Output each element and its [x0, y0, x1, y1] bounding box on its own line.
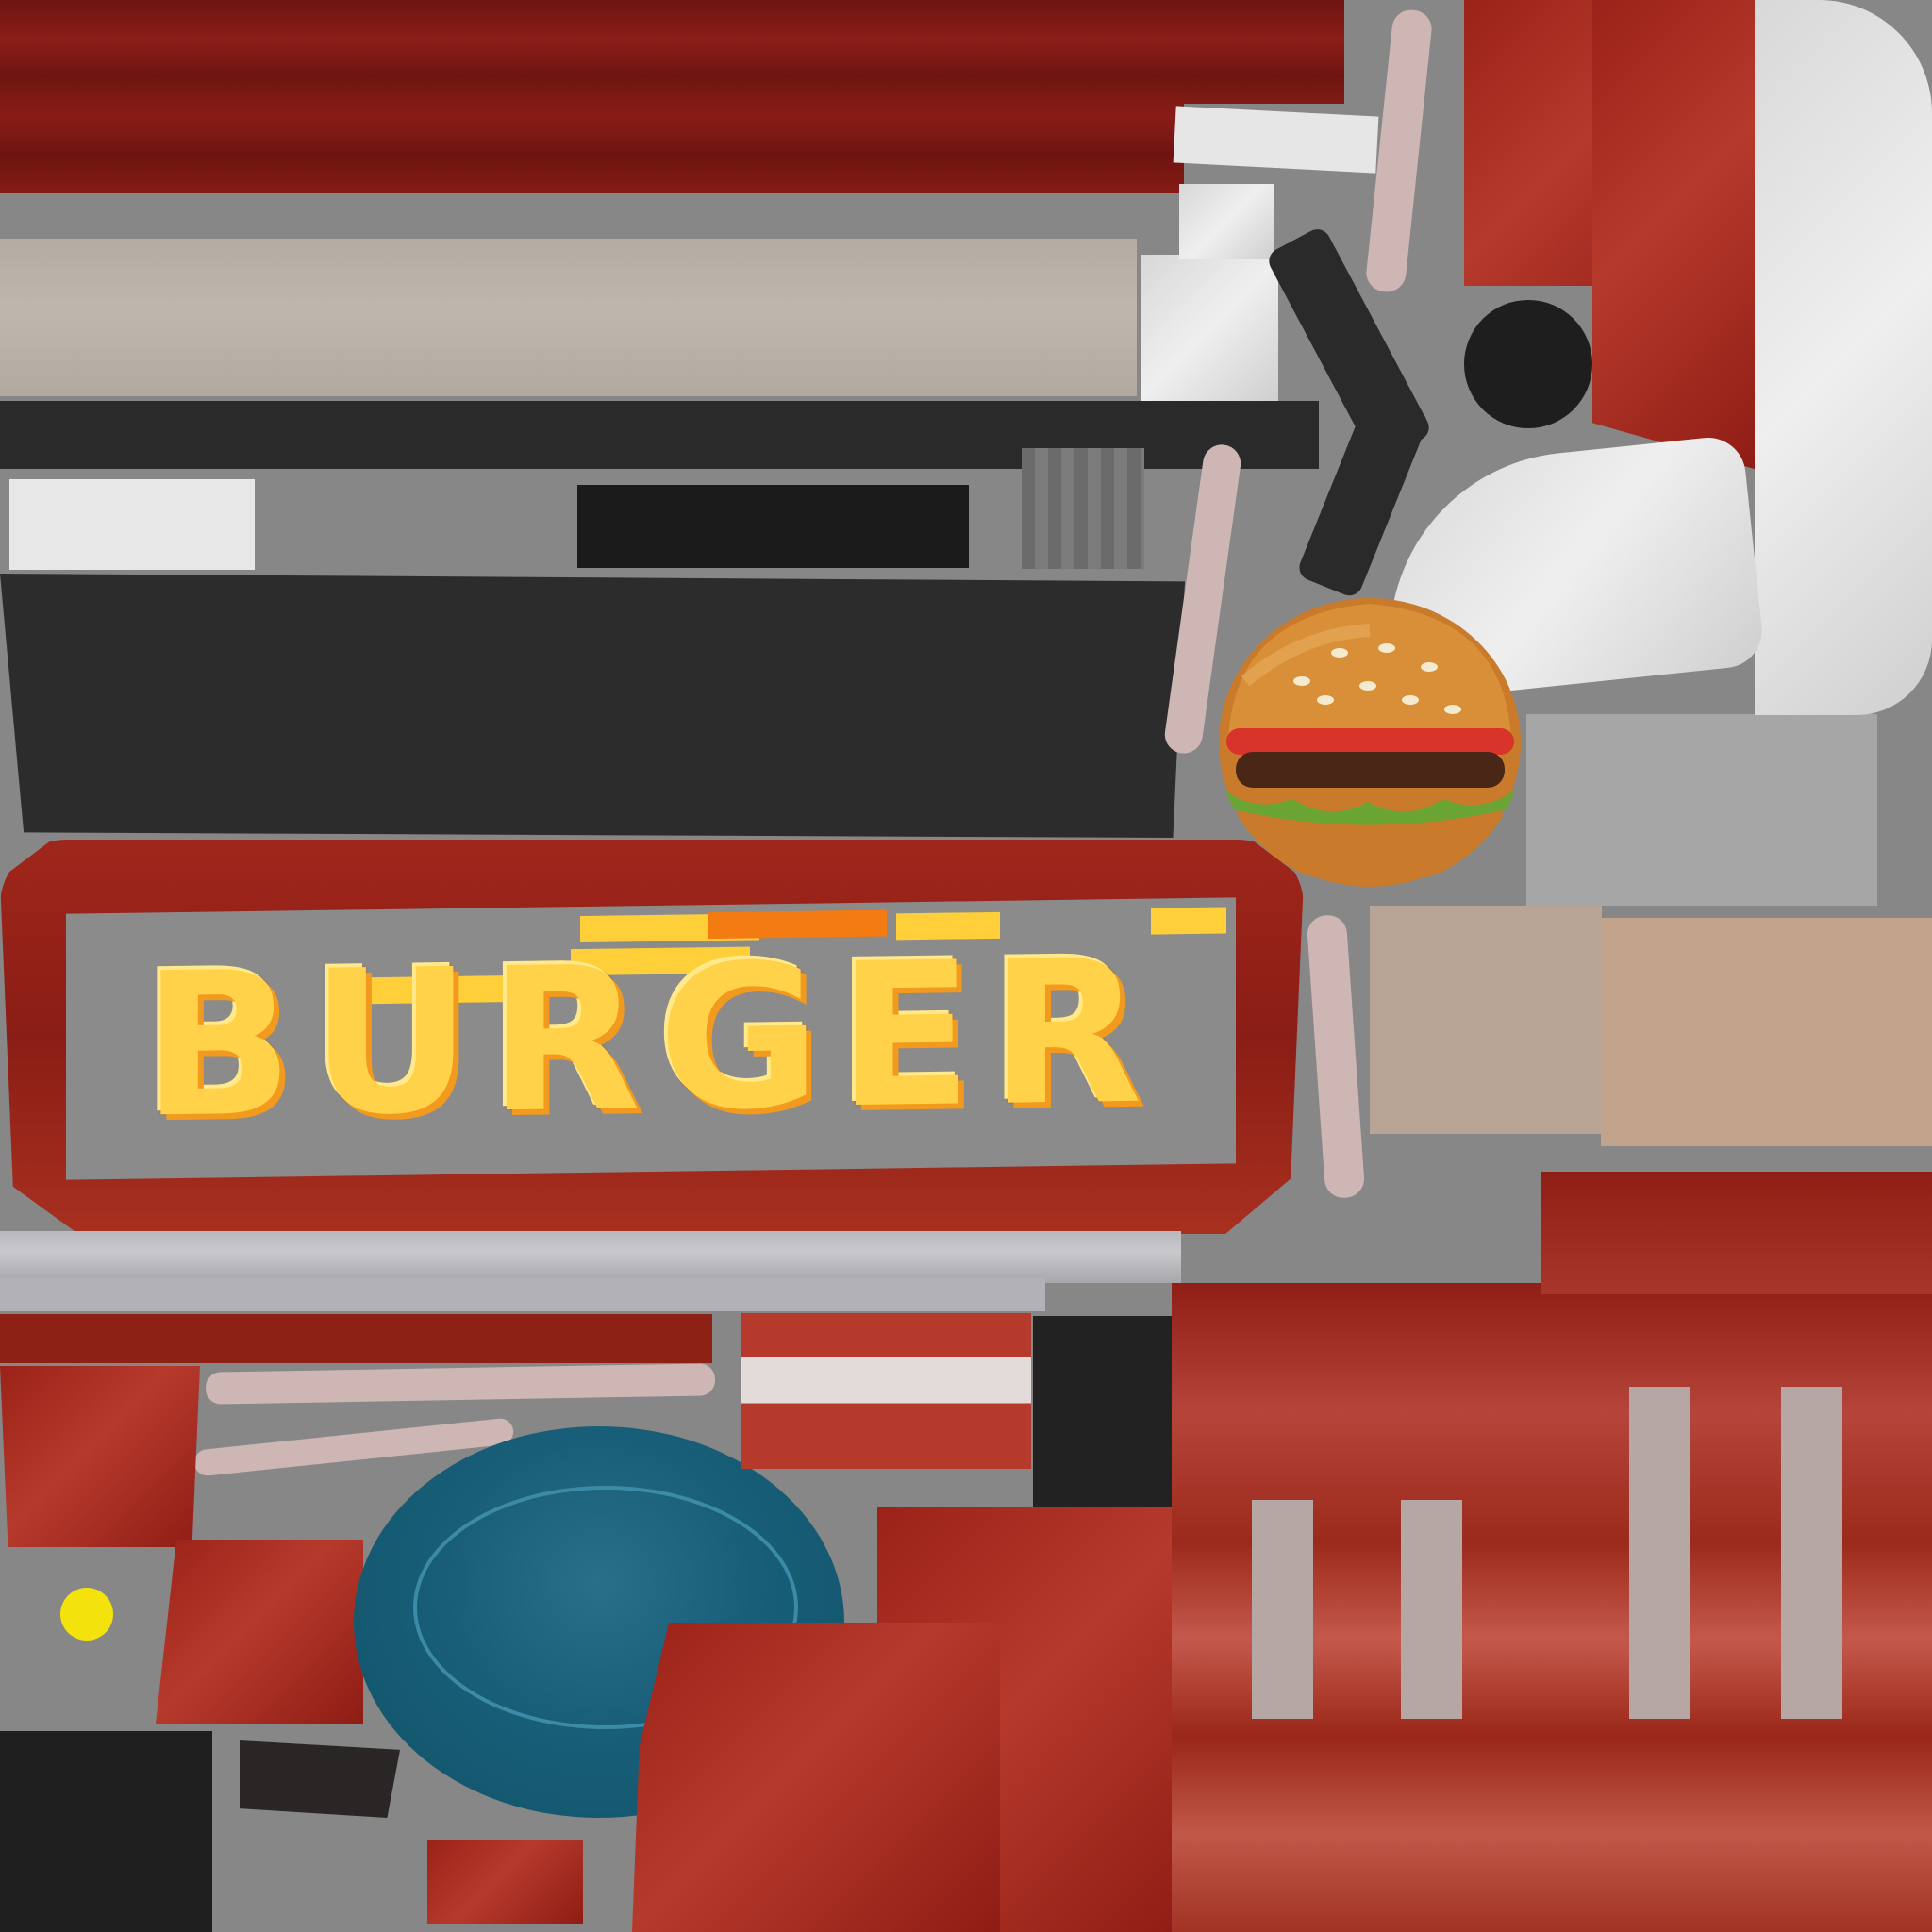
red-block: [156, 1540, 363, 1724]
texture-atlas: BURGER: [0, 0, 1932, 1932]
light-gray-block: [1526, 714, 1877, 906]
red-white-stripe-block: [741, 1313, 1031, 1469]
burger-icon: [1219, 598, 1521, 887]
red-striped-panel-upper: [1541, 1172, 1932, 1294]
white-cap: [1173, 106, 1379, 174]
tan-block: [1601, 918, 1932, 1146]
white-stripe: [1401, 1500, 1462, 1719]
red-band: [0, 1314, 712, 1363]
dark-panel: [0, 574, 1185, 838]
white-block: [9, 479, 255, 570]
dark-block: [0, 1731, 212, 1932]
silver-band: [0, 1231, 1181, 1283]
white-stripe: [1629, 1387, 1690, 1719]
pink-sliver: [205, 1363, 716, 1405]
black-square: [1033, 1316, 1173, 1507]
red-block: [632, 1623, 1000, 1932]
dark-block: [240, 1740, 400, 1818]
burger-sign-panel: BURGER: [66, 897, 1236, 1180]
black-block: [577, 485, 969, 568]
red-block: [0, 1366, 200, 1547]
white-curved-piece: [1755, 0, 1932, 715]
white-stripe: [1781, 1387, 1842, 1719]
red-block: [427, 1840, 583, 1924]
pink-wire: [1306, 913, 1366, 1200]
silver-band-lower: [0, 1278, 1045, 1311]
red-stripe-band: [0, 0, 1344, 193]
black-circle: [1464, 300, 1592, 428]
burger-sign-text: BURGER: [142, 915, 1159, 1162]
white-block: [1141, 255, 1278, 401]
red-panel: [1592, 0, 1757, 470]
beige-band: [0, 239, 1137, 396]
white-block: [1179, 184, 1274, 259]
tan-block: [1370, 906, 1602, 1134]
gray-striped-block: [1022, 448, 1144, 569]
white-stripe: [1252, 1500, 1313, 1719]
yellow-dot: [60, 1588, 113, 1641]
